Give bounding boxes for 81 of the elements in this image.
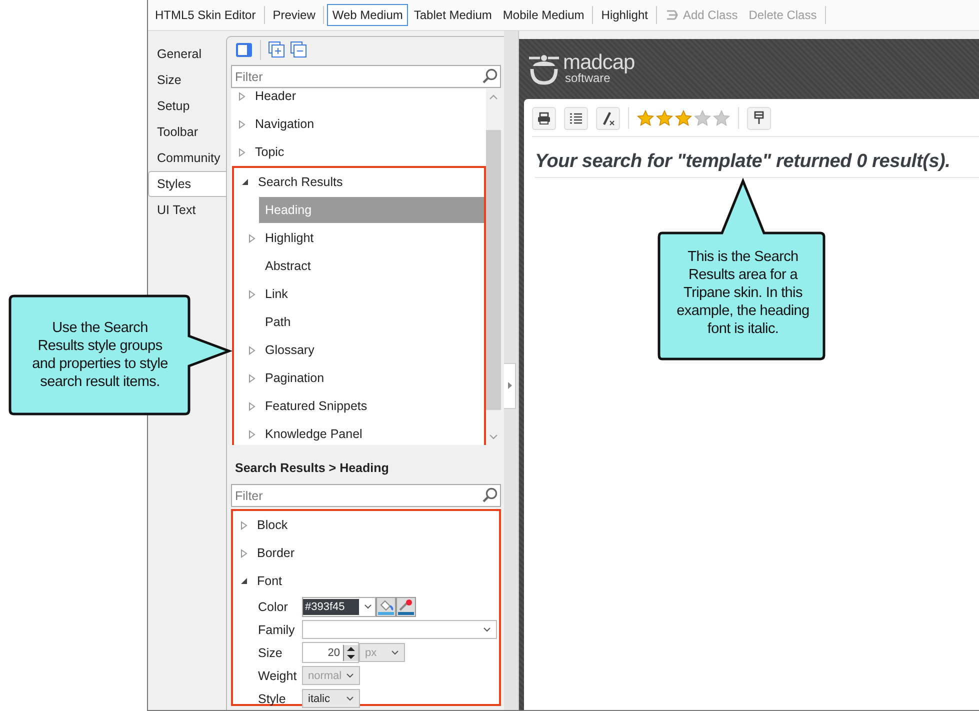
expand-arrow-icon[interactable] [240,548,248,558]
expand-arrow-icon[interactable] [238,148,246,156]
tree-item[interactable]: Abstract [265,253,317,279]
tree-item[interactable]: Search Results [258,169,349,195]
tree-item[interactable]: Path [265,309,297,335]
list-icon[interactable] [564,106,588,130]
star-icon[interactable] [675,110,692,126]
tree-item[interactable]: Navigation [255,111,320,137]
side-tab[interactable]: Toolbar [148,119,226,145]
tree-item[interactable]: Topic [255,139,290,165]
field-label: Family [258,622,296,636]
scroll-down-icon[interactable] [489,434,498,440]
class-icon [665,8,679,22]
print-icon[interactable] [532,106,556,130]
color-picker[interactable]: #393f45 [302,596,376,616]
section-title: Search Results > Heading [235,461,390,475]
toolbar-button[interactable]: Highlight [596,4,653,26]
logo-icon [527,53,561,85]
expand-arrow-icon[interactable] [248,402,256,410]
star-rating[interactable] [637,110,730,126]
collapse-arrow-icon[interactable] [240,577,248,585]
tree-item[interactable]: Highlight [265,225,320,251]
expand-arrow-icon[interactable] [238,92,246,100]
side-tab[interactable]: Setup [148,93,226,119]
expand-arrow-icon[interactable] [248,430,256,438]
property-group[interactable]: Font [257,568,288,594]
side-tab[interactable]: Styles [148,171,226,197]
search-icon [482,68,498,84]
tree-item[interactable]: Knowledge Panel [265,421,368,445]
toolbar-button[interactable]: Preview [268,4,320,26]
search-results-heading: Your search for "template" returned 0 result(s). [535,151,979,178]
toolbar-button[interactable]: HTML5 Skin Editor [150,4,261,26]
expand-arrow-icon[interactable] [248,374,256,382]
logo-tagline: software [565,72,610,84]
expand-arrow-icon[interactable] [248,290,256,298]
caret-icon [506,381,512,390]
scrollbar[interactable] [486,89,501,445]
side-tab[interactable]: General [148,41,226,67]
side-tab[interactable]: Community [148,145,226,171]
tree-item[interactable]: Pagination [265,365,330,391]
property-group[interactable]: Block [257,512,294,538]
search-icon [482,487,498,503]
field-label: Size [258,646,284,660]
tree-item[interactable]: Featured Snippets [265,393,374,419]
expand-arrow-icon[interactable] [238,120,246,128]
expand-arrow-icon[interactable] [240,520,248,530]
logo-name: madcap [563,52,635,73]
paint-bucket-icon[interactable] [376,596,396,616]
star-icon[interactable] [656,110,673,126]
filter-field[interactable]: Filter [231,484,501,507]
expand-arrow-icon[interactable] [248,346,256,354]
collapse-handle[interactable] [504,362,516,408]
tree-item[interactable]: Link [265,281,294,307]
field-label: Style [258,692,287,706]
toolbar-button[interactable]: Mobile Medium [498,4,590,26]
callout-text: Use the Search Results style groups and properties to style search result items. [31,319,169,391]
pin-icon[interactable] [747,106,771,130]
scroll-up-icon[interactable] [489,94,498,100]
tree-item[interactable]: Glossary [265,337,320,363]
star-icon[interactable] [694,110,711,126]
clear-highlight-icon[interactable] [596,106,620,130]
dropdown[interactable]: italic [302,689,360,708]
field-label: Color [258,600,289,614]
panel-toggle-icon[interactable] [235,42,253,58]
collapse-all-icon[interactable] [290,40,308,58]
toolbar-button[interactable]: Web Medium [327,4,408,26]
field-label: Weight [258,668,298,682]
side-tab[interactable]: UI Text [148,197,226,223]
callout-text: This is the Search Results area for a Tripane skin. In this example, the heading font is italic. [676,248,810,338]
filter-field[interactable]: Filter [231,65,501,88]
eyedropper-icon[interactable] [396,596,416,616]
tree-item[interactable]: Header [255,89,302,109]
expand-all-icon[interactable] [268,40,286,58]
star-icon[interactable] [637,110,654,126]
star-icon[interactable] [713,110,730,126]
property-group[interactable]: Border [257,540,301,566]
side-tab[interactable]: Size [148,67,226,93]
collapse-arrow-icon[interactable] [241,178,249,186]
size-spinner[interactable]: 20 [302,642,359,663]
toolbar-button[interactable]: Tablet Medium [408,4,497,26]
expand-arrow-icon[interactable] [248,234,256,242]
